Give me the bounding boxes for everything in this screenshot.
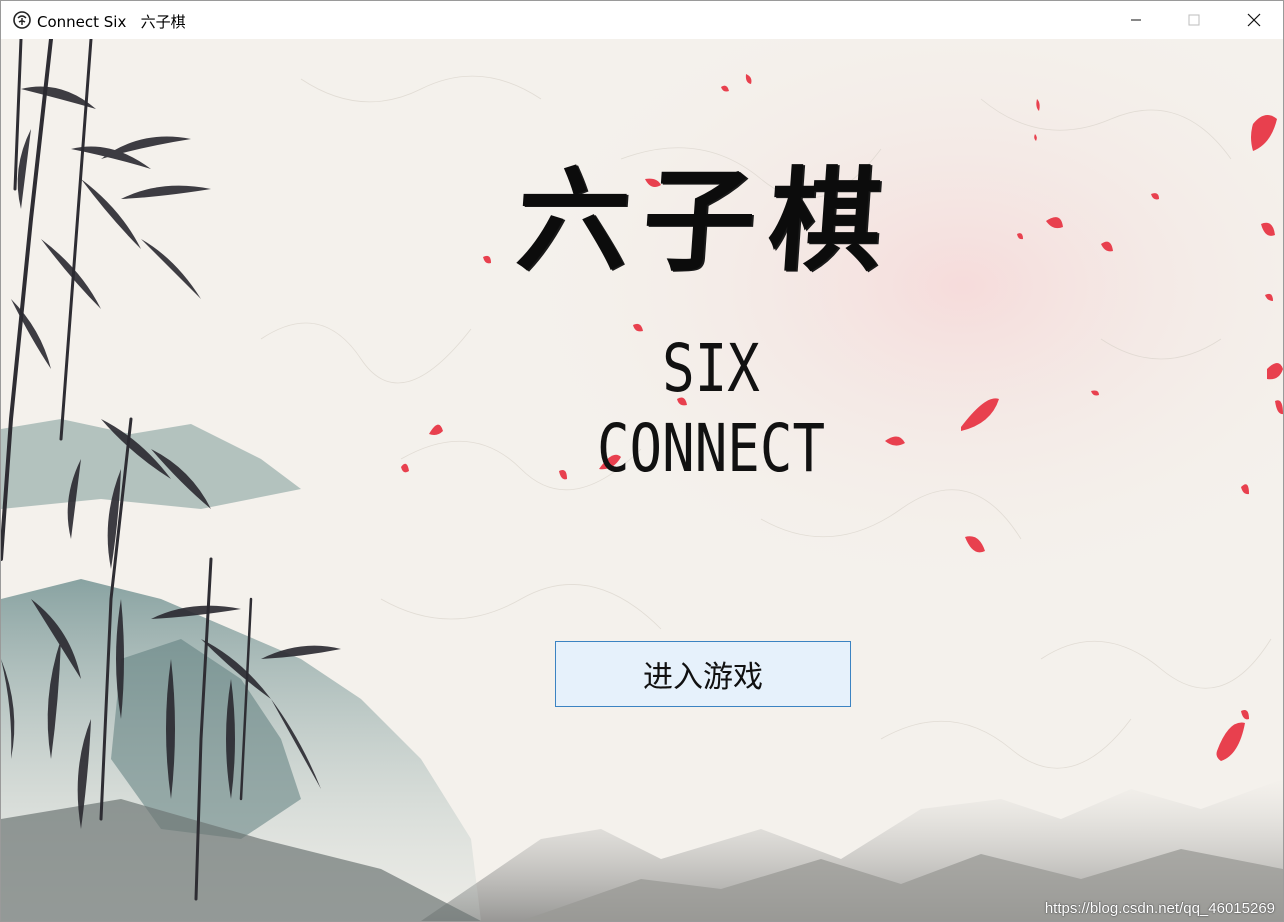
close-icon: [1247, 13, 1261, 27]
minimize-button[interactable]: [1107, 1, 1165, 39]
enter-game-button[interactable]: 进入游戏: [555, 641, 851, 707]
title-bar[interactable]: Connect Six 六子棋: [1, 1, 1283, 39]
game-title-english: SIX CONNECT: [596, 330, 826, 487]
source-watermark: https://blog.csdn.net/qq_46015269: [1044, 900, 1275, 917]
minimize-icon: [1131, 19, 1141, 21]
maximize-button[interactable]: [1165, 1, 1223, 39]
game-start-screen: 六子棋 SIX CONNECT 进入游戏 https://blog.csdn.n…: [1, 39, 1283, 921]
maximize-icon: [1188, 14, 1200, 26]
window-title: Connect Six 六子棋: [37, 13, 186, 31]
game-title-chinese: 六子棋: [512, 156, 900, 287]
close-button[interactable]: [1225, 1, 1283, 39]
app-window: Connect Six 六子棋 六子棋 SIX CONNECT 进入游戏 htt…: [0, 0, 1284, 922]
game-logo-icon: [13, 11, 31, 29]
